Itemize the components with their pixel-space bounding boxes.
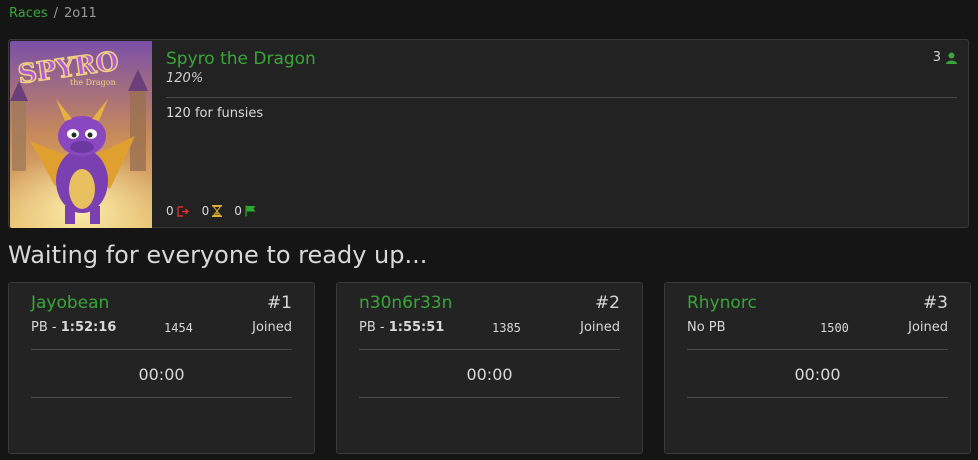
- cover-logo-subtext: the Dragon: [70, 78, 116, 87]
- breadcrumb-separator: /: [53, 6, 59, 21]
- entrant-place: #3: [922, 293, 948, 313]
- entrant-divider: [687, 349, 948, 350]
- entrant-divider: [359, 349, 620, 350]
- entrant-place: #2: [594, 293, 620, 313]
- entrant-status: Joined: [908, 320, 948, 335]
- pb-time: 1:55:51: [388, 320, 445, 335]
- pb-prefix: PB -: [31, 320, 61, 335]
- in-progress-count: 0: [201, 204, 210, 218]
- spyro-cover-art: SPYRO the Dragon: [10, 41, 152, 228]
- race-status-heading: Waiting for everyone to ready up...: [8, 241, 428, 269]
- breadcrumb-races-link[interactable]: Races: [9, 6, 48, 21]
- entrant-timer: 00:00: [794, 365, 841, 384]
- game-cover-image: SPYRO the Dragon: [10, 41, 152, 228]
- race-stats: 0 0 0: [166, 204, 256, 218]
- entrant-rating: 1500: [820, 321, 849, 335]
- entrant-status: Joined: [252, 320, 292, 335]
- finished-count: 0: [234, 204, 242, 218]
- entrant-timer: 00:00: [466, 365, 513, 384]
- pb-prefix: PB -: [359, 320, 389, 335]
- entrant-timer: 00:00: [138, 365, 185, 384]
- entrant-card: Jayobean #1 PB - 1:52:16 1454 Joined 00:…: [8, 282, 315, 454]
- entrant-name[interactable]: Jayobean: [31, 293, 109, 313]
- entrant-pb: No PB: [687, 320, 726, 335]
- race-info-card: SPYRO the Dragon Spyro the Dragon 120% 3…: [8, 39, 969, 228]
- pb-prefix: No PB: [687, 320, 726, 335]
- entrant-place: #1: [266, 293, 292, 313]
- entrant-rating: 1385: [492, 321, 521, 335]
- entrant-divider: [31, 397, 292, 398]
- race-description: 120 for funsies: [166, 106, 264, 121]
- in-progress-stat: 0: [202, 204, 223, 218]
- finished-stat: 0: [234, 204, 256, 218]
- entrant-name[interactable]: Rhynorc: [687, 293, 757, 313]
- entrant-pb: PB - 1:55:51: [359, 320, 444, 335]
- pb-time: 1:52:16: [60, 320, 117, 335]
- forfeit-icon: [176, 205, 189, 217]
- entrant-pb: PB - 1:52:16: [31, 320, 116, 335]
- entrant-card: Rhynorc #3 No PB 1500 Joined 00:00: [664, 282, 971, 454]
- entrant-divider: [31, 349, 292, 350]
- entrant-status: Joined: [580, 320, 620, 335]
- card-divider: [166, 97, 957, 98]
- entrant-divider: [687, 397, 948, 398]
- entrant-count: 3: [933, 50, 957, 65]
- game-title[interactable]: Spyro the Dragon: [166, 49, 316, 69]
- breadcrumb-current: 2o11: [64, 6, 97, 21]
- forfeit-stat: 0: [166, 204, 190, 218]
- breadcrumb: Races / 2o11: [9, 6, 97, 21]
- hourglass-icon: [212, 205, 223, 217]
- entrant-rating: 1454: [164, 321, 193, 335]
- entrant-count-value: 3: [932, 50, 941, 65]
- entrant-name[interactable]: n30n6r33n: [359, 293, 452, 313]
- race-category: 120%: [166, 71, 204, 86]
- entrant-divider: [359, 397, 620, 398]
- entrant-card: n30n6r33n #2 PB - 1:55:51 1385 Joined 00…: [336, 282, 643, 454]
- flag-icon: [245, 205, 256, 217]
- user-icon: [946, 52, 957, 64]
- forfeit-count: 0: [166, 204, 174, 218]
